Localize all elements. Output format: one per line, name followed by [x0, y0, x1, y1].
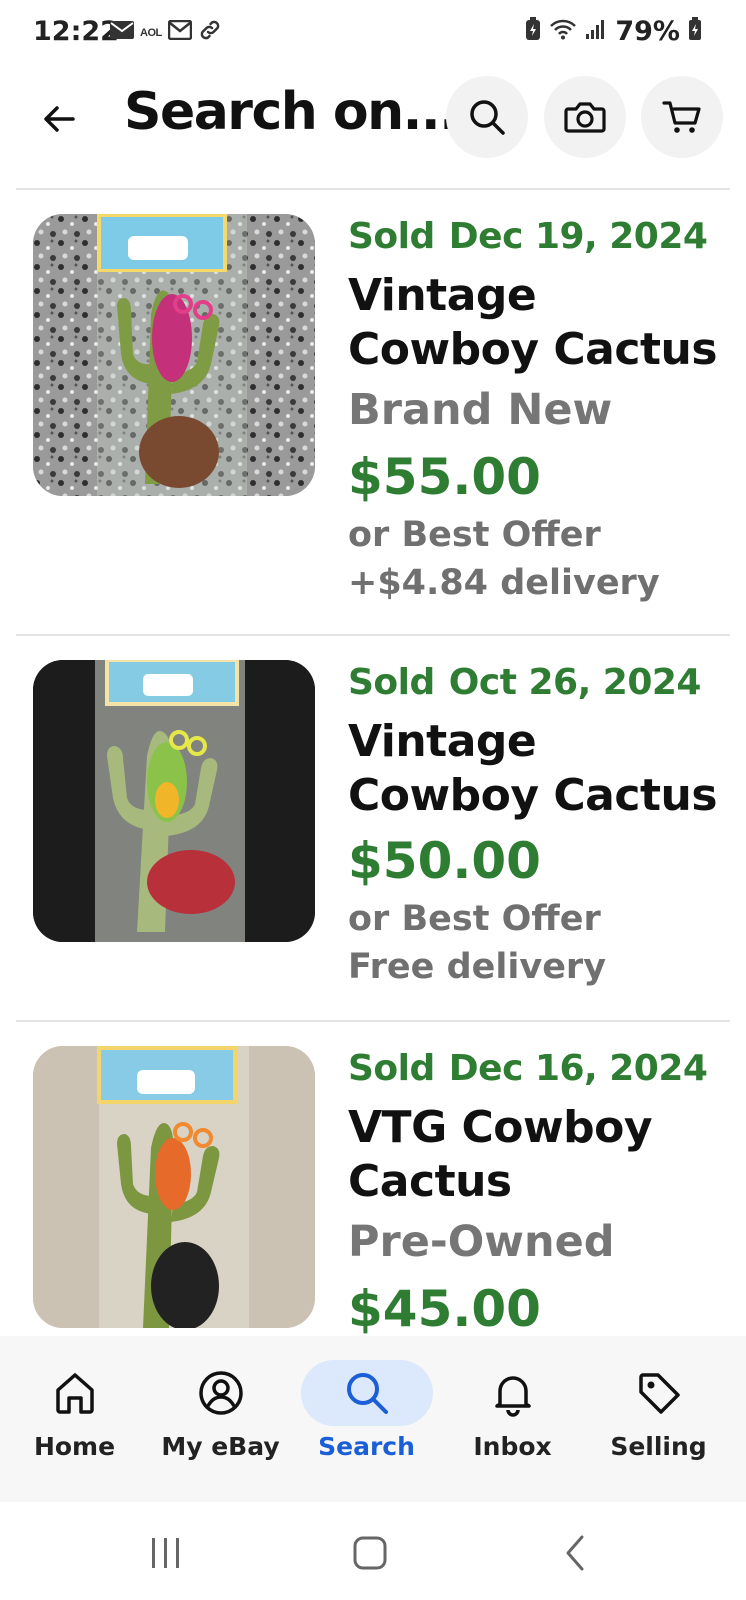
signal-icon	[585, 18, 607, 45]
listing-price: $45.00	[348, 1280, 541, 1336]
nav-icon-container	[593, 1360, 725, 1426]
nav-item-home[interactable]: Home	[0, 1336, 149, 1502]
battery-icon	[688, 17, 702, 46]
listing-condition: Pre-Owned	[348, 1217, 615, 1267]
notification-icons: AOL	[110, 18, 222, 47]
listing-info: Sold Oct 26, 2024 Vintage Cowboy Cactus $…	[348, 662, 728, 991]
listing-price: $50.00	[348, 832, 541, 890]
listing-title-line: VTG Cowboy	[348, 1102, 653, 1153]
listing-item[interactable]: Sold Dec 16, 2024 VTG Cowboy Cactus Pre-O…	[0, 1022, 746, 1336]
cart-button[interactable]	[641, 76, 723, 158]
nav-item-inbox[interactable]: Inbox	[438, 1336, 587, 1502]
back-button[interactable]	[30, 90, 88, 148]
home-system-button[interactable]	[340, 1530, 400, 1576]
listing-title-line: Cowboy Cactus	[348, 770, 718, 821]
page-title[interactable]: Search on...	[124, 82, 459, 142]
nav-label: Inbox	[473, 1432, 552, 1461]
battery-percent: 79%	[615, 16, 680, 47]
bell-icon	[494, 1376, 531, 1417]
listing-thumbnail[interactable]	[33, 660, 315, 942]
best-offer-text: or Best Offer	[348, 899, 601, 939]
mail-icon	[110, 21, 134, 44]
listing-info: Sold Dec 16, 2024 VTG Cowboy Cactus Pre-O…	[348, 1048, 728, 1336]
aol-icon: AOL	[140, 26, 162, 39]
search-button[interactable]	[446, 76, 528, 158]
listing-title-line: Cactus	[348, 1156, 512, 1207]
system-status-icons: 79%	[525, 16, 702, 47]
listing-title[interactable]: Vintage Cowboy Cactus	[348, 269, 728, 377]
nav-icon-container	[300, 1360, 433, 1426]
nav-icon-container	[155, 1360, 287, 1426]
chevron-left-icon	[566, 1535, 584, 1571]
search-header: Search on...	[0, 72, 746, 168]
sold-date: Dec 19, 2024	[448, 216, 708, 257]
system-navigation-bar	[0, 1502, 746, 1600]
sold-label: Sold	[348, 216, 435, 257]
status-bar: 12:22 AOL 79%	[0, 0, 746, 66]
nav-item-selling[interactable]: Selling	[584, 1336, 733, 1502]
listing-title[interactable]: Vintage Cowboy Cactus	[348, 715, 728, 823]
recent-apps-icon	[152, 1538, 179, 1568]
listing-condition: Brand New	[348, 385, 613, 435]
nav-label: Home	[33, 1432, 116, 1461]
nav-item-search[interactable]: Search	[292, 1336, 441, 1502]
sold-date: Oct 26, 2024	[448, 662, 702, 703]
battery-saver-icon	[525, 17, 541, 46]
tag-icon	[638, 1373, 680, 1414]
listing-thumbnail[interactable]	[33, 214, 315, 496]
listing-thumbnail[interactable]	[33, 1046, 315, 1328]
search-icon	[346, 1373, 388, 1414]
delivery-text: Free delivery	[348, 947, 607, 987]
search-icon	[470, 100, 505, 135]
listing-item[interactable]: Sold Dec 19, 2024 Vintage Cowboy Cactus B…	[0, 190, 746, 636]
mail-outline-icon	[167, 19, 192, 45]
link-icon	[198, 18, 222, 47]
back-arrow-icon	[44, 106, 75, 132]
sold-line: Sold Dec 16, 2024	[348, 1048, 728, 1089]
bottom-navigation: Home My eBay Search Inbox Selling	[0, 1336, 746, 1502]
listing-info: Sold Dec 19, 2024 Vintage Cowboy Cactus B…	[348, 216, 728, 607]
nav-icon-container	[9, 1360, 141, 1426]
sold-label: Sold	[348, 1048, 435, 1089]
listing-title-line: Cowboy Cactus	[348, 324, 718, 375]
listing-title-line: Vintage	[348, 716, 537, 767]
cart-icon	[662, 101, 701, 133]
camera-button[interactable]	[544, 76, 626, 158]
best-offer-text: or Best Offer	[348, 515, 601, 555]
sold-line: Sold Oct 26, 2024	[348, 662, 728, 703]
sold-line: Sold Dec 19, 2024	[348, 216, 728, 257]
camera-icon	[564, 102, 606, 133]
listing-title[interactable]: VTG Cowboy Cactus	[348, 1101, 728, 1209]
nav-icon-container	[447, 1360, 579, 1426]
sold-date: Dec 16, 2024	[448, 1048, 708, 1089]
wifi-icon	[549, 18, 577, 45]
status-time: 12:22	[33, 16, 119, 47]
system-back-button[interactable]	[546, 1530, 606, 1576]
home-icon	[55, 1373, 94, 1414]
recent-apps-button[interactable]	[136, 1530, 196, 1576]
nav-label: Selling	[610, 1432, 707, 1461]
nav-label: Search	[318, 1432, 415, 1461]
account-icon	[198, 1371, 243, 1415]
listing-item[interactable]: Sold Oct 26, 2024 Vintage Cowboy Cactus $…	[0, 636, 746, 1022]
nav-label: My eBay	[161, 1432, 280, 1461]
delivery-text: +$4.84 delivery	[348, 563, 660, 603]
listing-price: $55.00	[348, 448, 541, 506]
sold-label: Sold	[348, 662, 435, 703]
home-square-icon	[353, 1536, 387, 1570]
listing-title-line: Vintage	[348, 270, 537, 321]
nav-item-my-ebay[interactable]: My eBay	[146, 1336, 295, 1502]
